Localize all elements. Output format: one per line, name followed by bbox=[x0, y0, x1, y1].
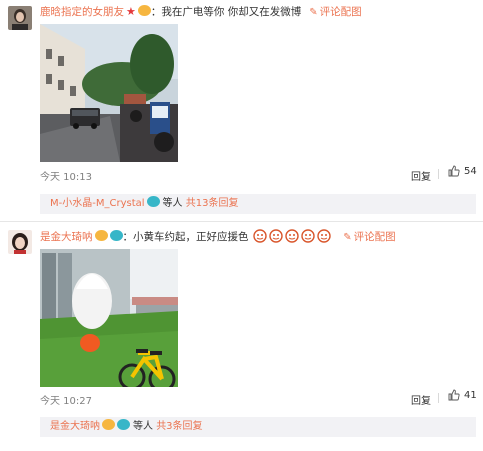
comment-time: 今天 10:13 bbox=[40, 172, 92, 183]
like-count: 41 bbox=[464, 390, 477, 401]
comment-with-image-link[interactable]: ✎ 评论配图 bbox=[309, 6, 361, 18]
comment-2: 是金大琦呐 ：小黄车约起，正好应援色 ✎ 评论配图 今天 10:27 回复 41… bbox=[0, 224, 483, 451]
comment-separator bbox=[0, 221, 483, 222]
comment-text-line: 是金大琦呐 ：小黄车约起，正好应援色 ✎ 评论配图 bbox=[40, 229, 396, 245]
emoji-row bbox=[249, 229, 336, 243]
cyan-badge-icon bbox=[117, 419, 130, 430]
comment-with-image-link[interactable]: ✎ 评论配图 bbox=[343, 231, 395, 243]
username-link[interactable]: 鹿晗指定的女朋友 bbox=[40, 6, 124, 18]
reply-user-link[interactable]: M-小水晶-M_Crystal bbox=[50, 198, 145, 209]
like-button[interactable]: 54 bbox=[448, 165, 477, 177]
vip-badge-icon bbox=[137, 5, 151, 16]
comment-photo[interactable] bbox=[40, 24, 178, 162]
emoji-icon bbox=[268, 229, 284, 243]
reply-user-link[interactable]: 是金大琦呐 bbox=[50, 421, 100, 432]
reply-etc-text: 等人 bbox=[162, 198, 183, 209]
pen-icon: ✎ bbox=[343, 232, 352, 243]
colon: ： bbox=[150, 6, 162, 18]
emoji-icon bbox=[316, 229, 332, 243]
reply-etc-text: 等人 bbox=[133, 421, 153, 432]
comment-text: 小黄车约起，正好应援色 bbox=[133, 231, 249, 243]
star-icon: ★ bbox=[126, 5, 136, 18]
thumbs-up-icon bbox=[448, 389, 460, 401]
like-button[interactable]: 41 bbox=[448, 389, 477, 401]
like-count: 54 bbox=[464, 166, 477, 177]
comment-photo[interactable] bbox=[40, 249, 178, 387]
cyan-badge-icon bbox=[146, 196, 160, 207]
divider bbox=[438, 169, 439, 179]
emoji-icon bbox=[284, 229, 300, 243]
reply-button[interactable]: 回复 bbox=[411, 168, 431, 183]
comment-1: 鹿晗指定的女朋友 ★ ：我在广电等你 你却又在发微博 ✎ 评论配图 今天 10:… bbox=[0, 0, 483, 224]
reply-count-link[interactable]: 共13条回复 bbox=[186, 198, 239, 209]
emoji-icon bbox=[300, 229, 316, 243]
avatar[interactable] bbox=[8, 230, 32, 254]
pen-icon: ✎ bbox=[309, 7, 318, 18]
reply-summary: 是金大琦呐 等人 共3条回复 bbox=[40, 417, 476, 437]
reply-summary: M-小水晶-M_Crystal 等人 共13条回复 bbox=[40, 194, 476, 214]
comment-text-line: 鹿晗指定的女朋友 ★ ：我在广电等你 你却又在发微博 ✎ 评论配图 bbox=[40, 5, 362, 20]
avatar[interactable] bbox=[8, 6, 32, 30]
divider bbox=[438, 393, 439, 403]
username-link[interactable]: 是金大琦呐 bbox=[40, 231, 93, 243]
comment-time: 今天 10:27 bbox=[40, 396, 92, 407]
colon: ： bbox=[122, 231, 134, 243]
cyan-badge-icon bbox=[109, 230, 123, 241]
vip-badge-icon bbox=[102, 419, 115, 430]
vip-badge-icon bbox=[94, 230, 108, 241]
emoji-icon bbox=[252, 229, 268, 243]
comment-text: 我在广电等你 你却又在发微博 bbox=[161, 6, 302, 18]
reply-count-link[interactable]: 共3条回复 bbox=[156, 421, 202, 432]
thumbs-up-icon bbox=[448, 165, 460, 177]
reply-button[interactable]: 回复 bbox=[411, 392, 431, 407]
